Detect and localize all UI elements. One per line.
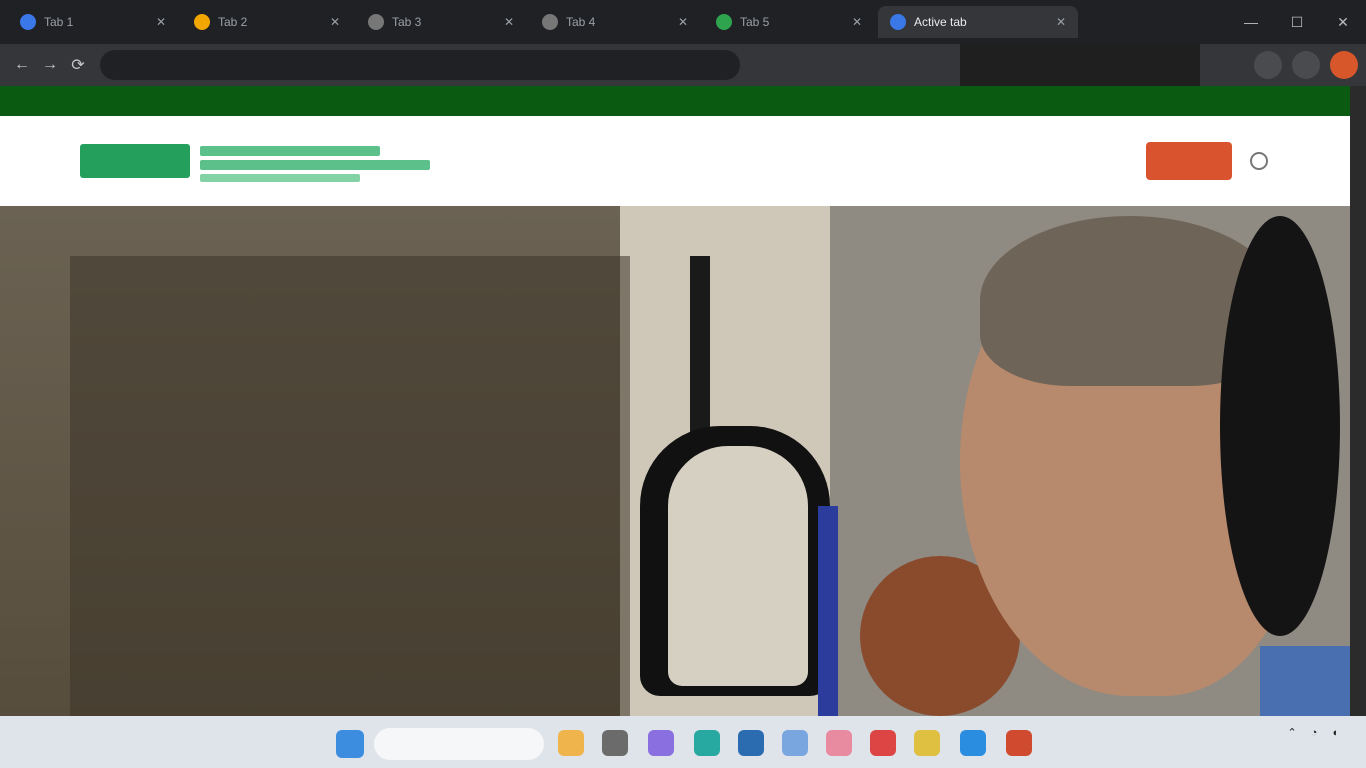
site-top-bar: [0, 86, 1350, 116]
taskbar-app-icon[interactable]: [826, 730, 852, 756]
taskbar-app-icon[interactable]: [738, 730, 764, 756]
taskbar-app-icon[interactable]: [1006, 730, 1032, 756]
close-tab-icon[interactable]: ✕: [504, 15, 514, 29]
forward-icon[interactable]: →: [36, 51, 64, 79]
taskbar-search[interactable]: [374, 728, 544, 760]
microphone-grille: [668, 446, 808, 686]
tab-favicon-icon: [890, 14, 906, 30]
close-tab-icon[interactable]: ✕: [678, 15, 688, 29]
logo-wordmark: [200, 146, 380, 156]
system-tray: ⌃ ◔ ◖: [1273, 726, 1352, 740]
browser-tab[interactable]: Tab 3 ✕: [356, 6, 526, 38]
taskbar-app-icon[interactable]: [558, 730, 584, 756]
wifi-icon[interactable]: ◔: [1311, 727, 1318, 739]
minimize-icon[interactable]: —: [1228, 0, 1274, 44]
taskbar-app-icon[interactable]: [694, 730, 720, 756]
tab-title: Tab 3: [392, 15, 422, 29]
back-icon[interactable]: ←: [8, 51, 36, 79]
tab-favicon-icon: [368, 14, 384, 30]
taskbar-app-icon[interactable]: [648, 730, 674, 756]
headphones: [1220, 216, 1340, 636]
tab-title: Tab 4: [566, 15, 596, 29]
close-tab-icon[interactable]: ✕: [330, 15, 340, 29]
logo-wordmark: [200, 174, 360, 182]
hero-text-panel: [70, 256, 630, 716]
search-icon[interactable]: [1250, 152, 1268, 170]
reload-icon[interactable]: ⟳: [64, 51, 92, 79]
close-tab-icon[interactable]: ✕: [852, 15, 862, 29]
start-button[interactable]: [336, 730, 364, 758]
close-tab-icon[interactable]: ✕: [156, 15, 166, 29]
maximize-icon[interactable]: ☐: [1274, 0, 1320, 44]
mic-stand: [690, 256, 710, 446]
profile-avatar[interactable]: [1330, 51, 1358, 79]
taskbar-app-icon[interactable]: [914, 730, 940, 756]
person-shirt: [1260, 646, 1350, 716]
tab-favicon-icon: [716, 14, 732, 30]
window-controls: — ☐ ✕: [1228, 0, 1366, 44]
tab-title: Active tab: [914, 15, 967, 29]
hero-section: [0, 206, 1350, 716]
volume-icon[interactable]: ◖: [1331, 727, 1338, 739]
bookmark-icon[interactable]: [1292, 51, 1320, 79]
browser-tab[interactable]: Tab 5 ✕: [704, 6, 874, 38]
site-logo[interactable]: [80, 134, 430, 188]
browser-tab-strip: Tab 1 ✕ Tab 2 ✕ Tab 3 ✕ Tab 4 ✕ Tab 5 ✕ Activ…: [0, 0, 1366, 44]
os-taskbar: ⌃ ◔ ◖: [0, 716, 1366, 768]
browser-tab[interactable]: Tab 2 ✕: [182, 6, 352, 38]
taskbar-app-icon[interactable]: [602, 730, 628, 756]
tab-title: Tab 2: [218, 15, 248, 29]
mic-cable: [818, 506, 838, 716]
weather-widget[interactable]: [16, 728, 58, 758]
browser-tab[interactable]: Tab 1 ✕: [8, 6, 178, 38]
taskbar-app-icon[interactable]: [870, 730, 896, 756]
logo-mark: [80, 144, 190, 178]
chevron-up-icon[interactable]: ⌃: [1287, 726, 1296, 739]
browser-tab[interactable]: Tab 4 ✕: [530, 6, 700, 38]
close-window-icon[interactable]: ✕: [1320, 0, 1366, 44]
tab-favicon-icon: [542, 14, 558, 30]
taskbar-app-icon[interactable]: [960, 730, 986, 756]
tab-favicon-icon: [20, 14, 36, 30]
tab-title: Tab 1: [44, 15, 74, 29]
address-bar[interactable]: [100, 50, 740, 80]
donate-button[interactable]: [1146, 142, 1232, 180]
tab-favicon-icon: [194, 14, 210, 30]
site-header: [0, 116, 1350, 206]
taskbar-app-icon[interactable]: [782, 730, 808, 756]
logo-wordmark: [200, 160, 430, 170]
toolbar-actions: [1244, 51, 1358, 79]
extensions-icon[interactable]: [1254, 51, 1282, 79]
browser-tab-active[interactable]: Active tab ✕: [878, 6, 1078, 38]
tab-title: Tab 5: [740, 15, 770, 29]
close-tab-icon[interactable]: ✕: [1056, 15, 1066, 29]
